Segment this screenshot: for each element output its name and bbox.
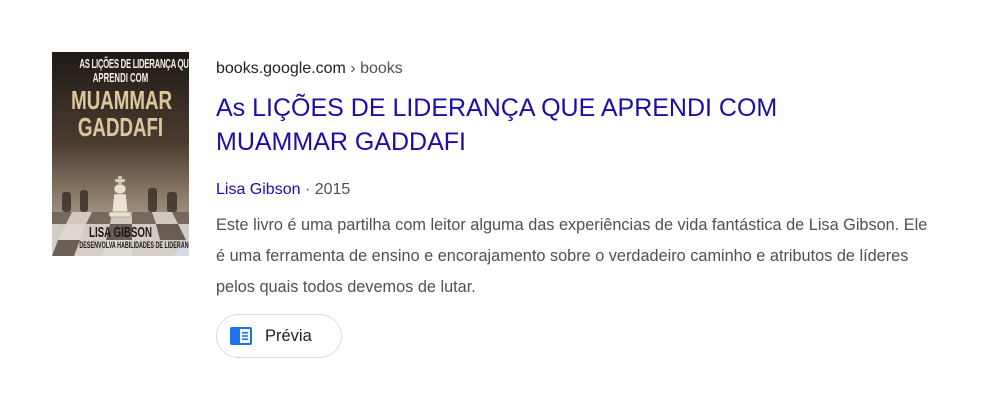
cover-title-line-1: AS LIÇÕES DE LIDERANÇA QUE (79, 56, 189, 71)
result-snippet: Este livro é uma partilha com leitor alg… (216, 216, 928, 296)
source-breadcrumb[interactable]: books.google.com › books (216, 60, 403, 78)
breadcrumb-separator: › (345, 60, 361, 77)
result-meta: Lisa Gibson · 2015 (216, 181, 350, 199)
cover-title-line-4: GADDAFI (77, 112, 164, 142)
preview-label: Prévia (265, 326, 312, 345)
source-path: books (360, 60, 403, 77)
cover-subtitle: DESENVOLVA HABILIDADES DE LIDERANÇA (79, 240, 189, 250)
cover-title-line-3: MUAMMAR (71, 85, 173, 115)
meta-separator: · (300, 181, 315, 198)
publication-year: 2015 (314, 181, 351, 198)
cover-author: LISA GIBSON (88, 224, 153, 241)
book-search-result: AS LIÇÕES DE LIDERANÇA QUE APRENDI COM M… (0, 0, 1000, 404)
book-cover-image[interactable]: AS LIÇÕES DE LIDERANÇA QUE APRENDI COM M… (52, 52, 189, 256)
book-preview-icon (230, 327, 252, 345)
author-link[interactable]: Lisa Gibson (216, 181, 301, 198)
source-site: books.google.com (216, 60, 346, 77)
cover-title-line-2: APRENDI COM (92, 70, 149, 85)
result-title-link[interactable]: As LIÇÕES DE LIDERANÇA QUE APRENDI COM M… (216, 91, 916, 159)
preview-button[interactable]: Prévia (216, 314, 342, 358)
